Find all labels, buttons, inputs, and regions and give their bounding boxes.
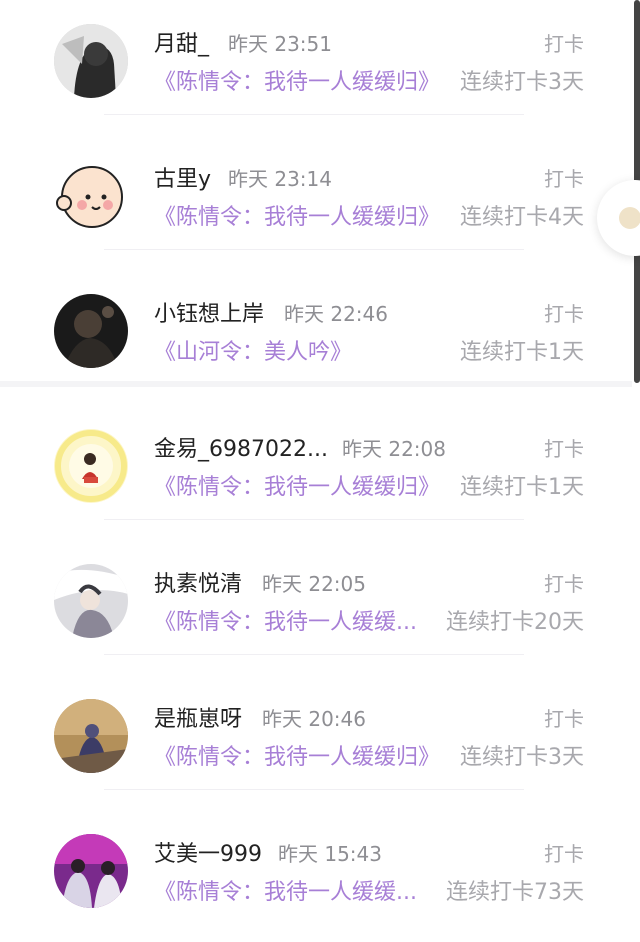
timestamp: 昨天 23:14 [228,167,332,191]
divider [104,249,524,250]
list-item[interactable]: 执素悦清 昨天 22:05 打卡 《陈情令：我待一人缓缓... 连续打卡20天 [0,540,640,675]
streak-count: 连续打卡20天 [446,610,584,635]
book-title-link[interactable]: 《陈情令：我待一人缓缓... [154,604,417,636]
username[interactable]: 是瓶崽呀 [154,701,242,733]
streak-count: 连续打卡1天 [460,475,584,500]
avatar[interactable] [54,564,128,638]
timestamp: 昨天 22:05 [262,572,366,596]
divider [104,789,524,790]
streak-count: 连续打卡4天 [460,205,584,230]
avatar[interactable] [54,159,128,233]
username[interactable]: 执素悦清 [154,566,242,598]
username[interactable]: 金易_6987022... [154,431,328,463]
book-title-link[interactable]: 《陈情令：我待一人缓缓归》 [154,469,440,501]
action-label: 打卡 [544,167,584,191]
divider [104,114,524,115]
book-title-link[interactable]: 《陈情令：我待一人缓缓归》 [154,64,440,96]
avatar[interactable] [54,699,128,773]
book-title-link[interactable]: 《山河令：美人吟》 [154,334,352,366]
divider [104,654,524,655]
action-label: 打卡 [544,437,584,461]
username[interactable]: 艾美一999 [154,836,262,868]
list-item[interactable]: 是瓶崽呀 昨天 20:46 打卡 《陈情令：我待一人缓缓归》 连续打卡3天 [0,675,640,810]
streak-count: 连续打卡3天 [460,70,584,95]
username[interactable]: 古里y [154,161,211,193]
list-item[interactable]: 月甜_ 昨天 23:51 打卡 《陈情令：我待一人缓缓归》 连续打卡3天 [0,0,640,135]
floating-button-icon [619,207,640,229]
streak-count: 连续打卡73天 [446,880,584,905]
list-item[interactable]: 艾美一999 昨天 15:43 打卡 《陈情令：我待一人缓缓... 连续打卡73… [0,810,640,942]
avatar[interactable] [54,834,128,908]
book-title-link[interactable]: 《陈情令：我待一人缓缓归》 [154,739,440,771]
timestamp: 昨天 20:46 [262,707,366,731]
checkin-list: 月甜_ 昨天 23:51 打卡 《陈情令：我待一人缓缓归》 连续打卡3天 古里y… [0,0,640,942]
timestamp: 昨天 22:08 [342,437,446,461]
timestamp: 昨天 15:43 [278,842,382,866]
action-label: 打卡 [544,302,584,326]
divider [104,519,524,520]
action-label: 打卡 [544,707,584,731]
action-label: 打卡 [544,842,584,866]
timestamp: 昨天 22:46 [284,302,388,326]
checkin-list-screen: 月甜_ 昨天 23:51 打卡 《陈情令：我待一人缓缓归》 连续打卡3天 古里y… [0,0,640,942]
book-title-link[interactable]: 《陈情令：我待一人缓缓... [154,874,417,906]
book-title-link[interactable]: 《陈情令：我待一人缓缓归》 [154,199,440,231]
avatar[interactable] [54,24,128,98]
list-item[interactable]: 金易_6987022... 昨天 22:08 打卡 《陈情令：我待一人缓缓归》 … [0,405,640,540]
section-separator [0,381,632,387]
list-item[interactable]: 古里y 昨天 23:14 打卡 《陈情令：我待一人缓缓归》 连续打卡4天 [0,135,640,270]
streak-count: 连续打卡1天 [460,340,584,365]
action-label: 打卡 [544,32,584,56]
timestamp: 昨天 23:51 [228,32,332,56]
username[interactable]: 月甜_ [154,26,209,58]
streak-count: 连续打卡3天 [460,745,584,770]
action-label: 打卡 [544,572,584,596]
username[interactable]: 小钰想上岸 [154,296,264,328]
avatar[interactable] [54,429,128,503]
avatar[interactable] [54,294,128,368]
